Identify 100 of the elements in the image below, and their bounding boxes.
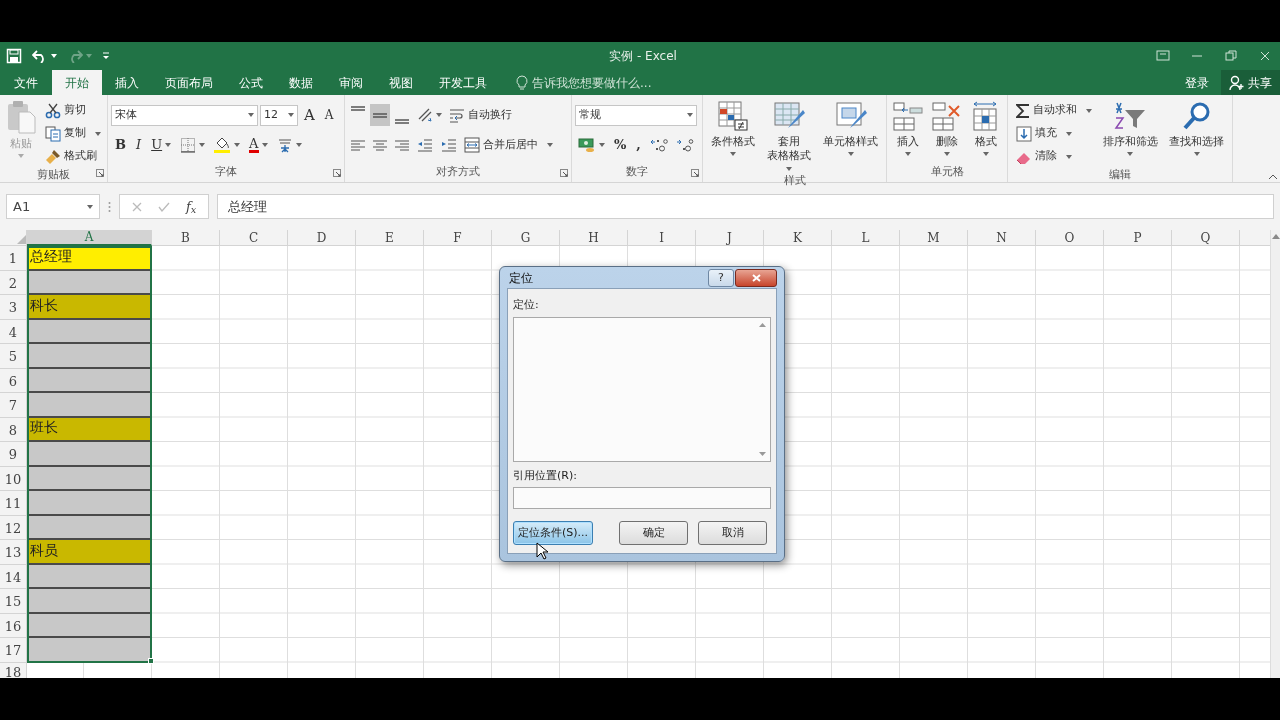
ribbon-button[interactable]: 剪切 bbox=[42, 100, 103, 121]
save-button[interactable] bbox=[4, 48, 24, 64]
row-header[interactable]: 6 bbox=[0, 368, 27, 393]
row-header[interactable]: 10 bbox=[0, 466, 27, 491]
scrollbar[interactable] bbox=[1270, 230, 1280, 678]
column-header[interactable]: B bbox=[152, 230, 220, 246]
dropdown-field[interactable]: 常规 bbox=[575, 104, 697, 126]
column-header[interactable]: M bbox=[900, 230, 968, 246]
ribbon-tab[interactable]: 开发工具 bbox=[426, 70, 500, 95]
row-header[interactable]: 2 bbox=[0, 270, 27, 295]
column-header[interactable]: P bbox=[1104, 230, 1172, 246]
ribbon-tab[interactable]: 文件 bbox=[6, 70, 52, 95]
ribbon-button[interactable]: 套用 表格格式 bbox=[765, 98, 813, 173]
toolbar-button[interactable]: A bbox=[245, 134, 272, 156]
ribbon-tab[interactable]: 公式 bbox=[226, 70, 276, 95]
toolbar-button[interactable]: A bbox=[300, 104, 319, 126]
toolbar-button[interactable]: U bbox=[147, 134, 176, 156]
ribbon-button[interactable]: 查找和选择 bbox=[1167, 98, 1227, 159]
table-cell[interactable] bbox=[27, 589, 152, 614]
fill-handle[interactable] bbox=[148, 658, 154, 664]
tell-me-field[interactable]: 告诉我您想要做什么... bbox=[516, 70, 652, 95]
row-header[interactable]: 7 bbox=[0, 393, 27, 418]
dialog-button[interactable]: 定位条件(S)... bbox=[513, 521, 594, 545]
formula-field[interactable]: 总经理 bbox=[217, 194, 1274, 219]
dialog-button[interactable]: 确定 bbox=[619, 521, 689, 545]
ribbon-tab[interactable]: 开始 bbox=[52, 70, 102, 95]
sign-in-link[interactable]: 登录 bbox=[1173, 70, 1221, 95]
ribbon-button[interactable]: 合并后居中 bbox=[462, 134, 555, 156]
ribbon-button[interactable]: 复制 bbox=[42, 123, 103, 144]
ribbon-button[interactable]: 单元格样式 bbox=[821, 98, 880, 159]
dialog-launcher-button[interactable] bbox=[560, 169, 568, 177]
row-header[interactable]: 17 bbox=[0, 638, 27, 663]
help-button[interactable]: ? bbox=[708, 268, 734, 287]
column-header[interactable]: I bbox=[628, 230, 696, 246]
dialog-launcher-button[interactable] bbox=[691, 169, 699, 177]
column-header[interactable]: C bbox=[220, 230, 288, 246]
column-header[interactable]: Q bbox=[1172, 230, 1240, 246]
row-header[interactable]: 13 bbox=[0, 540, 27, 565]
row-header[interactable]: 4 bbox=[0, 319, 27, 344]
row-header[interactable]: 15 bbox=[0, 589, 27, 614]
row-header[interactable]: 8 bbox=[0, 417, 27, 442]
toolbar-button[interactable]: B bbox=[111, 134, 130, 156]
scroll-up-icon[interactable] bbox=[758, 322, 766, 327]
column-header[interactable]: O bbox=[1036, 230, 1104, 246]
table-cell[interactable] bbox=[27, 638, 152, 663]
table-cell[interactable]: 科长 bbox=[27, 295, 152, 320]
column-header[interactable]: A bbox=[27, 230, 152, 246]
ribbon-button[interactable]: 条件格式 bbox=[709, 98, 757, 159]
column-header[interactable]: J bbox=[696, 230, 764, 246]
ribbon-button[interactable]: 自动换行 bbox=[447, 104, 514, 126]
column-header[interactable]: E bbox=[356, 230, 424, 246]
column-header[interactable]: D bbox=[288, 230, 356, 246]
row-header[interactable]: 1 bbox=[0, 246, 27, 271]
column-header[interactable]: L bbox=[832, 230, 900, 246]
name-box[interactable]: A1 bbox=[6, 194, 100, 219]
column-header[interactable]: K bbox=[764, 230, 832, 246]
scroll-down-icon[interactable] bbox=[758, 451, 766, 456]
toolbar-button[interactable]: A bbox=[320, 104, 338, 126]
table-cell[interactable]: 科员 bbox=[27, 540, 152, 565]
row-header[interactable]: 3 bbox=[0, 295, 27, 320]
table-cell[interactable] bbox=[27, 491, 152, 516]
insert-function-button[interactable]: f$_{x}$ bbox=[186, 196, 197, 217]
undo-button[interactable] bbox=[30, 49, 59, 63]
column-header[interactable]: N bbox=[968, 230, 1036, 246]
toolbar-button[interactable]: % bbox=[610, 134, 631, 156]
table-cell[interactable] bbox=[27, 344, 152, 369]
ribbon-tab[interactable]: 插入 bbox=[102, 70, 152, 95]
column-header[interactable]: G bbox=[492, 230, 560, 246]
column-header[interactable]: H bbox=[560, 230, 628, 246]
row-header[interactable]: 12 bbox=[0, 515, 27, 540]
ribbon-button[interactable]: 删除 bbox=[929, 98, 965, 159]
row-header[interactable]: 9 bbox=[0, 442, 27, 467]
ribbon-tab[interactable]: 审阅 bbox=[326, 70, 376, 95]
dialog-launcher-button[interactable] bbox=[96, 169, 104, 177]
row-header[interactable]: 16 bbox=[0, 613, 27, 638]
customize-button[interactable] bbox=[100, 52, 112, 60]
share-button[interactable]: 共享 bbox=[1221, 70, 1280, 95]
ribbon-tab[interactable]: 视图 bbox=[376, 70, 426, 95]
reference-field[interactable] bbox=[513, 487, 771, 509]
ribbon-tab[interactable]: 数据 bbox=[276, 70, 326, 95]
close-button[interactable] bbox=[735, 268, 777, 287]
ribbon-button[interactable]: 插入 bbox=[890, 98, 927, 159]
dropdown-field[interactable]: 12 bbox=[260, 104, 298, 126]
dropdown-field[interactable]: 宋体 bbox=[111, 104, 258, 126]
ribbon-button[interactable]: 格式 bbox=[967, 98, 1004, 159]
toolbar-button[interactable]: I bbox=[132, 134, 146, 156]
collapse-ribbon-button[interactable] bbox=[1268, 174, 1278, 180]
row-header[interactable]: 14 bbox=[0, 564, 27, 589]
ribbon-button[interactable]: 格式刷 bbox=[42, 146, 103, 167]
row-header[interactable]: 11 bbox=[0, 491, 27, 516]
ribbon-button[interactable]: 填充 bbox=[1013, 123, 1094, 144]
toolbar-button[interactable]: , bbox=[632, 134, 645, 156]
scroll-up-icon[interactable] bbox=[1271, 234, 1280, 239]
table-cell[interactable] bbox=[27, 442, 152, 467]
dialog-button[interactable]: 取消 bbox=[698, 521, 768, 545]
column-header[interactable]: F bbox=[424, 230, 492, 246]
ribbon-tab[interactable]: 页面布局 bbox=[152, 70, 226, 95]
dialog-launcher-button[interactable] bbox=[333, 169, 341, 177]
ribbon-button[interactable]: 排序和筛选 bbox=[1101, 98, 1160, 159]
ribbon-button[interactable]: 清除 bbox=[1013, 146, 1094, 167]
